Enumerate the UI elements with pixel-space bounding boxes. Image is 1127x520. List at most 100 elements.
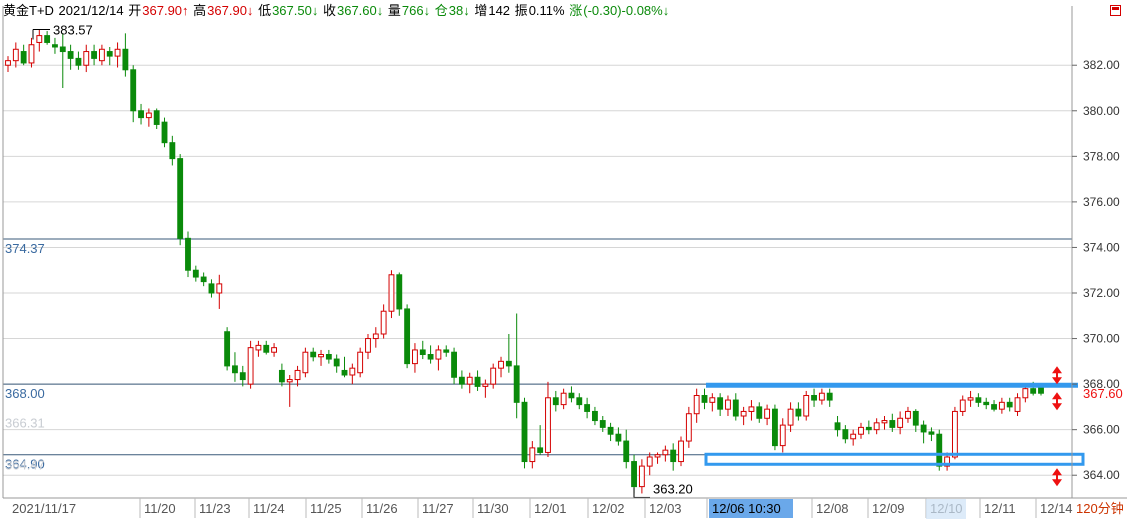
candle-body [858, 426, 864, 435]
candle-body [576, 397, 583, 406]
resistance-highlight-bar [706, 382, 1078, 388]
candle-body [333, 358, 340, 367]
up-arrow-icon-tail [1052, 366, 1062, 374]
candle-body [529, 447, 536, 463]
candles [5, 29, 1044, 494]
candle-body [787, 408, 794, 426]
candle-body [662, 449, 669, 456]
candle-body [975, 397, 982, 403]
candle-body [717, 397, 724, 410]
candle-body [145, 112, 152, 119]
candle-body [482, 383, 489, 387]
candle-body [568, 392, 575, 399]
candle-body [239, 372, 246, 381]
candle-body [412, 349, 418, 365]
y-tick-label: 368.00 [1083, 377, 1120, 391]
y-tick-label: 382.00 [1083, 58, 1120, 72]
y-tick-label: 380.00 [1083, 104, 1120, 118]
candle-body [365, 338, 371, 353]
candle-body [725, 399, 731, 410]
candle-body [36, 35, 43, 43]
candle-body [599, 420, 606, 428]
candlestick-chart[interactable]: 374.37368.00364.90366.31364.47 383.57363… [0, 0, 1127, 520]
candle-body [842, 429, 849, 440]
x-range-highlight [926, 499, 966, 519]
candle-body [991, 404, 997, 410]
candle-body [106, 51, 113, 57]
y-tick-label: 374.00 [1083, 240, 1120, 254]
x-tick-label: 2021/11/17 [12, 501, 76, 516]
y-tick-label: 376.00 [1083, 195, 1120, 209]
candle-body [498, 360, 504, 369]
low-annotation-label: 363.20 [653, 481, 693, 496]
y-tick-label: 364.00 [1083, 468, 1120, 482]
candle-body [67, 51, 74, 59]
candle-body [936, 433, 943, 467]
candle-body [701, 395, 708, 403]
candle-body [709, 397, 716, 403]
candle-body [161, 121, 168, 144]
candle-body [427, 354, 434, 360]
candle-body [623, 440, 630, 463]
candle-body [654, 454, 661, 458]
faint-price-label: 366.31 [5, 416, 45, 431]
candle-body [153, 110, 160, 125]
x-tick-label: 11/27 [422, 501, 454, 516]
y-tick-label: 372.00 [1083, 286, 1120, 300]
candle-body [451, 351, 457, 378]
candle-body [83, 51, 90, 66]
candle-body [114, 48, 121, 57]
axes: 364.00 366.00 368.00 370.00 372.00 374.00 376.… [2, 6, 1127, 519]
candle-body [928, 431, 935, 435]
candle-body [28, 44, 35, 64]
candle-body [20, 51, 27, 64]
candle-body [959, 399, 966, 412]
candle-body [826, 392, 833, 401]
candle-body [177, 158, 184, 239]
candle-body [740, 410, 747, 417]
candle-body [748, 406, 755, 412]
candle-body [357, 351, 364, 374]
x-tick-label: 12/09 [872, 501, 905, 516]
candle-body [474, 376, 481, 387]
x-tick-label: 12/08 [816, 501, 849, 516]
candle-body [607, 426, 614, 435]
candle-body [803, 395, 810, 417]
candle-body [263, 344, 270, 353]
candle-body [951, 410, 958, 458]
candle-body [552, 397, 559, 406]
candle-body [811, 395, 817, 401]
candle-body [349, 367, 356, 376]
candle-body [537, 447, 544, 453]
candle-body [756, 406, 763, 419]
price-line-label: 368.00 [5, 386, 45, 401]
candle-body [44, 35, 51, 43]
candle-body [98, 48, 105, 62]
candle-body [920, 424, 927, 433]
x-tick-label: 11/25 [310, 501, 342, 516]
candle-body [1014, 397, 1021, 412]
candle-body [631, 461, 637, 488]
candle-body [138, 110, 144, 119]
candle-body [278, 369, 285, 383]
candle-body [435, 349, 442, 360]
candle-body [216, 283, 223, 294]
candle-body [1030, 388, 1037, 394]
candle-body [122, 48, 129, 71]
candle-body [12, 48, 19, 62]
candle-body [208, 283, 215, 294]
candle-body [912, 410, 919, 426]
x-tick-label: 11/26 [366, 501, 398, 516]
candle-body [396, 274, 403, 310]
candle-body [560, 392, 567, 406]
x-tick-label: 12/01 [534, 501, 567, 516]
candle-body [247, 347, 254, 385]
y-tick-label: 370.00 [1083, 332, 1120, 346]
candle-body [75, 57, 82, 66]
price-line-label: 374.37 [5, 241, 45, 256]
x-tick-label: 11/23 [199, 501, 231, 516]
candle-body [419, 349, 426, 356]
candle-body [732, 399, 739, 417]
candle-body [458, 376, 465, 385]
candle-body [490, 367, 497, 385]
